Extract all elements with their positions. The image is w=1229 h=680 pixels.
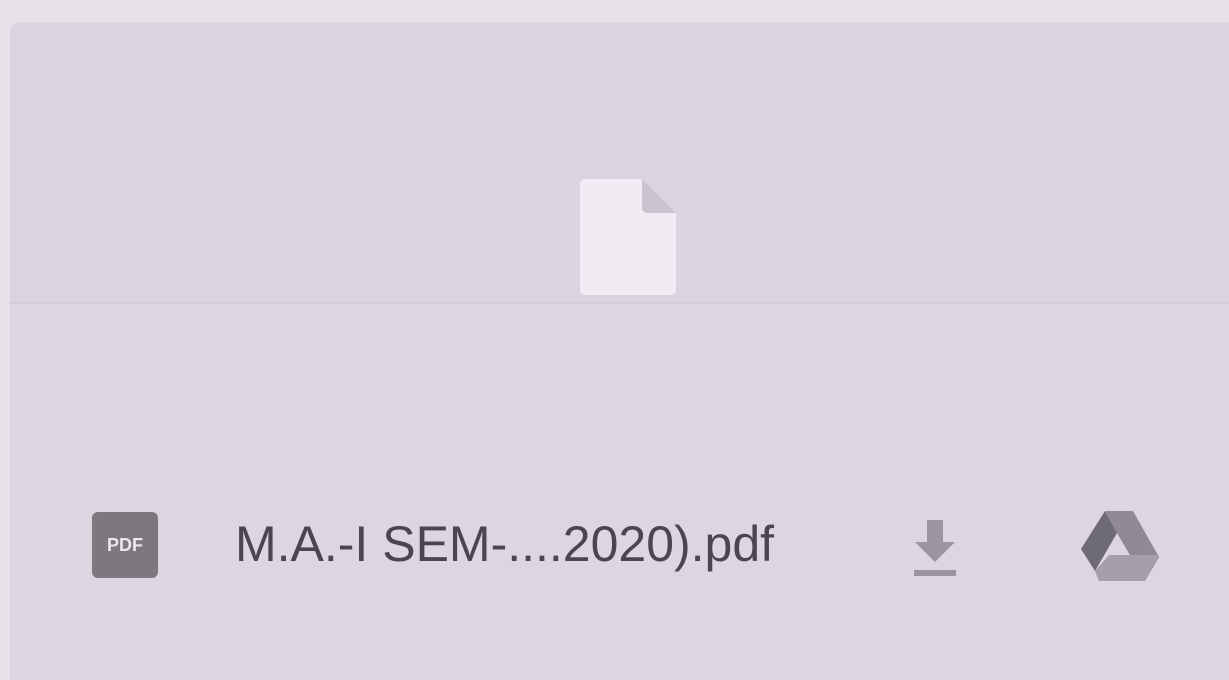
attachment-preview[interactable]: [10, 22, 1229, 302]
file-placeholder-icon: [580, 179, 676, 295]
file-name[interactable]: M.A.-I SEM-....2020).pdf: [235, 514, 774, 574]
pdf-badge-label: PDF: [107, 534, 143, 555]
attachment-footer: [10, 304, 1229, 680]
pdf-icon: PDF: [92, 512, 158, 578]
download-icon[interactable]: [900, 512, 970, 582]
page: PDF M.A.-I SEM-....2020).pdf: [0, 0, 1229, 680]
google-drive-icon[interactable]: [1075, 505, 1165, 585]
attachment-card[interactable]: [10, 22, 1229, 680]
